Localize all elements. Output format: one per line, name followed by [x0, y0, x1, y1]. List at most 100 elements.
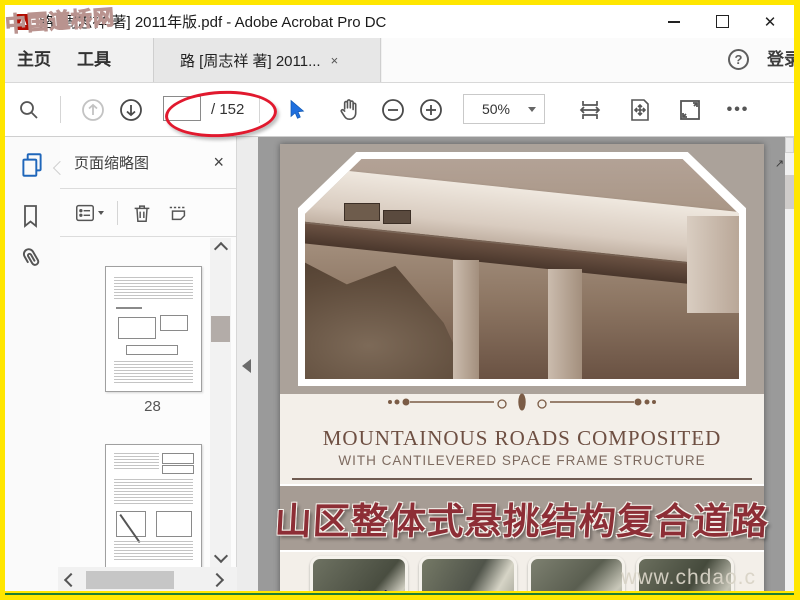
page-thumbnails-rail-button[interactable] [18, 151, 46, 179]
sign-in-button[interactable]: 登录 [767, 38, 794, 82]
decor [292, 478, 752, 480]
close-button[interactable]: ✕ [746, 5, 794, 38]
panel-close-button[interactable]: × [213, 152, 224, 173]
thumbnail-table [162, 453, 194, 464]
road-photo [418, 556, 517, 591]
window-frame: A 路 [周志祥 著] 2011年版.pdf - Adobe Acrobat P… [0, 0, 800, 600]
panel-scrollbar-thumb[interactable] [211, 316, 230, 342]
toolbar-divider [60, 96, 61, 123]
scroll-down-icon[interactable] [213, 548, 229, 564]
delete-pages-button[interactable] [131, 202, 153, 224]
cover-title-chinese: 山区整体式悬挑结构复合道路 [273, 502, 770, 543]
zoom-level-dropdown[interactable]: 50% [463, 94, 545, 124]
thumbnail-diagram [126, 345, 178, 355]
arrow-up-icon [82, 98, 104, 121]
decor [383, 209, 412, 224]
cover-title-english: MOUNTAINOUS ROADS COMPOSITED [322, 426, 722, 450]
toolbar: / 152 50% ••• [5, 83, 794, 137]
trash-icon [134, 204, 150, 222]
document-tab[interactable]: 路 [周志祥 著] 2011... × [153, 38, 381, 82]
maximize-button[interactable] [698, 5, 746, 38]
zoom-in-button[interactable] [418, 83, 444, 136]
scroll-right-icon[interactable] [209, 572, 225, 588]
document-tab-close-icon[interactable]: × [331, 53, 339, 68]
options-list-icon [76, 204, 94, 221]
panel-collapse-strip[interactable] [237, 137, 258, 591]
cover-title-band: 山区整体式悬挑结构复合道路 [274, 484, 770, 552]
fit-width-icon [579, 100, 601, 119]
attachments-rail-button[interactable] [18, 245, 44, 273]
zoom-out-button[interactable] [380, 83, 406, 136]
more-tools-button[interactable]: ••• [723, 83, 753, 136]
document-vertical-scrollbar[interactable] [785, 137, 794, 591]
scrollbar-button[interactable] [785, 137, 794, 153]
zoom-level-value: 50% [481, 101, 511, 117]
decor [686, 216, 739, 313]
thumbnail-page-29[interactable] [105, 444, 202, 567]
fit-page-icon [631, 98, 649, 121]
thumbnail-options-button[interactable] [74, 202, 104, 224]
road-photo [310, 556, 408, 591]
search-button[interactable] [16, 83, 42, 136]
acrobat-window: A 路 [周志祥 著] 2011年版.pdf - Adobe Acrobat P… [5, 5, 794, 591]
site-url-watermark: www.chdao.c [621, 566, 756, 589]
window-controls: ✕ [650, 5, 794, 38]
crop-pages-button[interactable] [166, 202, 190, 224]
minus-circle-icon [382, 98, 404, 121]
full-screen-button[interactable] [675, 83, 705, 136]
chevron-down-icon [528, 106, 536, 112]
bookmark-icon [24, 205, 37, 228]
thumbnail-text-lines [114, 361, 193, 383]
thumbnail-diagram [156, 511, 192, 537]
panel-vertical-scrollbar[interactable] [210, 238, 231, 567]
fullscreen-icon [680, 99, 700, 120]
window-title: 路 [周志祥 著] 2011年版.pdf - Adobe Acrobat Pro… [39, 14, 387, 31]
panel-horizontal-scrollbar[interactable] [58, 567, 237, 591]
close-icon: ✕ [763, 13, 777, 31]
document-tab-label: 路 [周志祥 著] 2011... [180, 52, 321, 70]
panel-toolbar [60, 189, 236, 237]
decor [116, 307, 142, 309]
select-tool-button[interactable] [283, 83, 309, 136]
fit-page-button[interactable] [625, 83, 655, 136]
scroll-left-icon[interactable] [63, 572, 79, 588]
page-boxes-icon [169, 203, 187, 220]
thumbnail-diagram [160, 315, 188, 331]
thumbnail-text-lines [114, 453, 159, 471]
decor [119, 514, 141, 543]
ornament-divider [280, 392, 764, 412]
scroll-up-icon[interactable] [213, 241, 229, 257]
cover-photo-frame [298, 152, 746, 386]
thumbnail-table [162, 465, 194, 474]
decor [344, 203, 381, 221]
panel-title: 页面缩略图 [74, 155, 150, 172]
hand-icon [340, 98, 357, 120]
document-view[interactable]: MOUNTAINOUS ROADS COMPOSITED WITH CANTIL… [258, 137, 794, 591]
tab-tools[interactable]: 工具 [77, 38, 111, 82]
thumbnail-text-lines [114, 277, 193, 301]
tab-bar: 主页 工具 路 [周志祥 著] 2011... × ? 登录 [5, 38, 794, 83]
previous-page-button[interactable] [80, 83, 106, 136]
pdf-page-cover: MOUNTAINOUS ROADS COMPOSITED WITH CANTIL… [274, 144, 770, 591]
fit-width-button[interactable] [575, 83, 605, 136]
panel-toolbar-divider [117, 200, 118, 225]
bottom-green-line [5, 593, 794, 595]
collapse-panel-icon[interactable] [242, 359, 251, 373]
page-thumbnails-panel: 页面缩略图 × 28 [60, 137, 237, 591]
thumbnail-diagram [116, 511, 146, 543]
next-page-button[interactable] [118, 83, 144, 136]
hand-tool-button[interactable] [335, 83, 363, 136]
app-body: 页面缩略图 × 28 MOUNTAINOUS ROADS COMPOSITED … [5, 137, 794, 591]
thumbnail-page-28[interactable] [105, 266, 202, 392]
panel-hscrollbar-thumb[interactable] [86, 571, 174, 589]
document-scrollbar-thumb[interactable] [785, 175, 794, 209]
bookmarks-rail-button[interactable] [18, 203, 42, 229]
minimize-button[interactable] [650, 5, 698, 38]
road-photo [527, 556, 626, 591]
panel-header: 页面缩略图 × [60, 137, 236, 189]
tab-home[interactable]: 主页 [17, 38, 51, 82]
timestamp-watermark: 2011/11/7 12:00 [316, 588, 454, 591]
cover-subtitle-english: WITH CANTILEVERED SPACE FRAME STRUCTURE [338, 453, 706, 468]
navigation-rail [5, 137, 61, 591]
help-button[interactable]: ? [728, 49, 749, 70]
